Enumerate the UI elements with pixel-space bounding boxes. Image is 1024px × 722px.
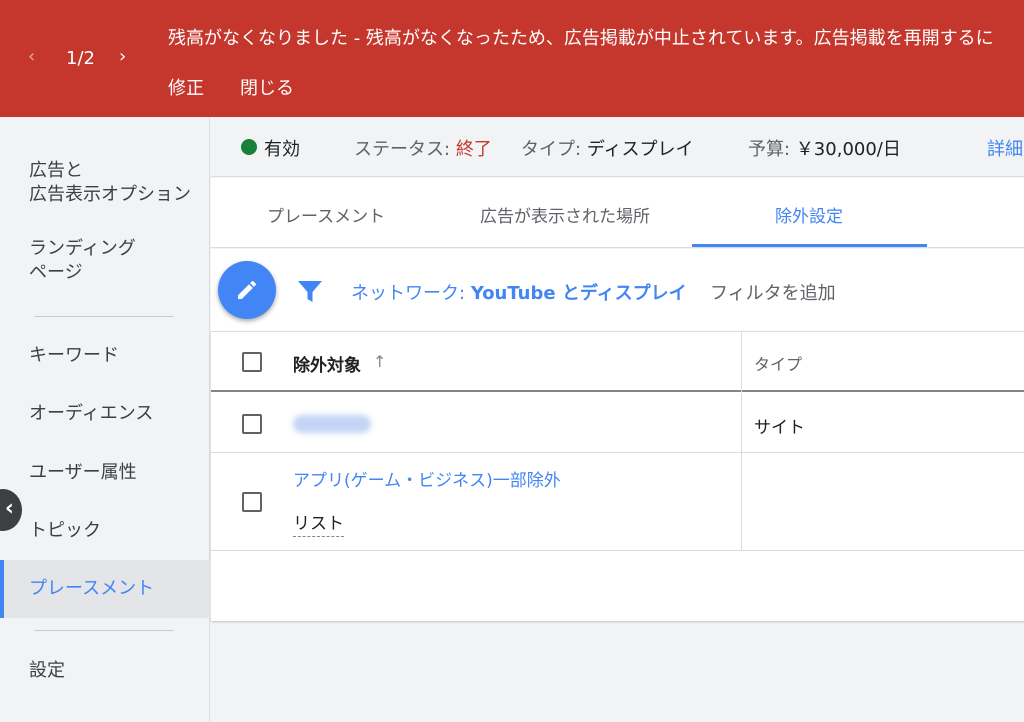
status-value: 終了 bbox=[455, 139, 492, 160]
table-row: サイト bbox=[211, 393, 1024, 453]
add-filter-button[interactable]: フィルタを追加 bbox=[710, 279, 836, 305]
row-checkbox[interactable] bbox=[242, 492, 262, 512]
exclusion-list-link[interactable]: アプリ(ゲーム・ビジネス)一部除外 bbox=[293, 466, 561, 491]
exclusions-table: 除外対象 ↑ タイプ サイト アプリ(ゲーム・ビジネス)一部除外 リスト bbox=[211, 331, 1024, 621]
sidebar-item-ads-extensions[interactable]: 広告と 広告表示オプション bbox=[0, 159, 210, 207]
type-value: ディスプレイ bbox=[586, 139, 694, 160]
column-header-excluded[interactable]: 除外対象 bbox=[293, 351, 361, 376]
filter-chip-label: ネットワーク: bbox=[351, 283, 466, 304]
alert-pager: 1/2 bbox=[66, 48, 95, 69]
enabled-status[interactable]: 有効 bbox=[264, 135, 300, 161]
tab-bar: プレースメント 広告が表示された場所 除外設定 bbox=[211, 178, 1024, 248]
alert-banner: ‹ 1/2 › 残高がなくなりました - 残高がなくなったため、広告掲載が中止さ… bbox=[0, 0, 1024, 117]
column-header-type[interactable]: タイプ bbox=[754, 351, 802, 375]
redacted-placement-name[interactable] bbox=[293, 415, 371, 433]
sidebar-divider bbox=[34, 316, 174, 317]
funnel-icon[interactable] bbox=[297, 280, 323, 304]
sidebar-item-settings[interactable]: 設定 bbox=[0, 659, 210, 683]
main-content: 有効 ステータス: 終了 タイプ: ディスプレイ 予算: ￥30,000/日 詳… bbox=[211, 117, 1024, 722]
pencil-icon bbox=[238, 280, 257, 299]
column-divider bbox=[741, 332, 742, 392]
budget-value: ￥30,000/日 bbox=[795, 139, 901, 160]
sidebar-item-topics[interactable]: トピック bbox=[0, 519, 210, 543]
table-row: アプリ(ゲーム・ビジネス)一部除外 リスト bbox=[211, 454, 1024, 551]
status-dot-icon bbox=[241, 139, 257, 155]
budget-label: 予算: bbox=[748, 139, 791, 160]
sidebar-item-landing-pages[interactable]: ランディング ページ bbox=[0, 237, 210, 285]
sidebar-divider bbox=[34, 630, 174, 631]
row-checkbox[interactable] bbox=[242, 414, 262, 434]
close-button[interactable]: 閉じる bbox=[240, 74, 294, 100]
tab-exclusions[interactable]: 除外設定 bbox=[775, 202, 843, 227]
sidebar-item-audiences[interactable]: オーディエンス bbox=[0, 402, 210, 426]
chevron-left-icon[interactable]: ‹ bbox=[28, 46, 35, 67]
status-field: ステータス: 終了 bbox=[354, 135, 492, 161]
budget-field: 予算: ￥30,000/日 bbox=[748, 135, 901, 161]
alert-message: 残高がなくなりました - 残高がなくなったため、広告掲載が中止されています。広告… bbox=[168, 28, 994, 49]
filter-toolbar: ネットワーク: YouTube とディスプレイ フィルタを追加 bbox=[211, 249, 1024, 331]
active-tab-indicator bbox=[692, 244, 927, 247]
edit-button[interactable] bbox=[218, 261, 276, 319]
tab-where-ads-showed[interactable]: 広告が表示された場所 bbox=[480, 202, 650, 227]
fix-button[interactable]: 修正 bbox=[168, 74, 204, 100]
row-subtype: リスト bbox=[293, 509, 344, 537]
tab-placements[interactable]: プレースメント bbox=[267, 202, 385, 227]
campaign-status-bar: 有効 ステータス: 終了 タイプ: ディスプレイ 予算: ￥30,000/日 詳… bbox=[211, 117, 1024, 177]
row-type: サイト bbox=[754, 418, 805, 438]
filter-chip-value: YouTube とディスプレイ bbox=[470, 283, 687, 304]
sidebar-item-placements[interactable]: プレースメント bbox=[0, 560, 210, 618]
select-all-checkbox[interactable] bbox=[242, 352, 262, 372]
type-field: タイプ: ディスプレイ bbox=[521, 135, 694, 161]
status-label: ステータス: bbox=[354, 139, 451, 160]
arrow-up-icon[interactable]: ↑ bbox=[373, 352, 386, 371]
sidebar-nav: 広告と 広告表示オプション ランディング ページ キーワード オーディエンス ユ… bbox=[0, 117, 210, 722]
details-link[interactable]: 詳細 bbox=[987, 135, 1023, 161]
table-header: 除外対象 ↑ タイプ bbox=[211, 332, 1024, 392]
type-label: タイプ: bbox=[521, 139, 582, 160]
network-filter-chip[interactable]: ネットワーク: YouTube とディスプレイ bbox=[351, 279, 687, 305]
sidebar-item-keywords[interactable]: キーワード bbox=[0, 344, 210, 368]
chevron-right-icon[interactable]: › bbox=[119, 46, 126, 67]
sidebar-item-demographics[interactable]: ユーザー属性 bbox=[0, 461, 210, 485]
